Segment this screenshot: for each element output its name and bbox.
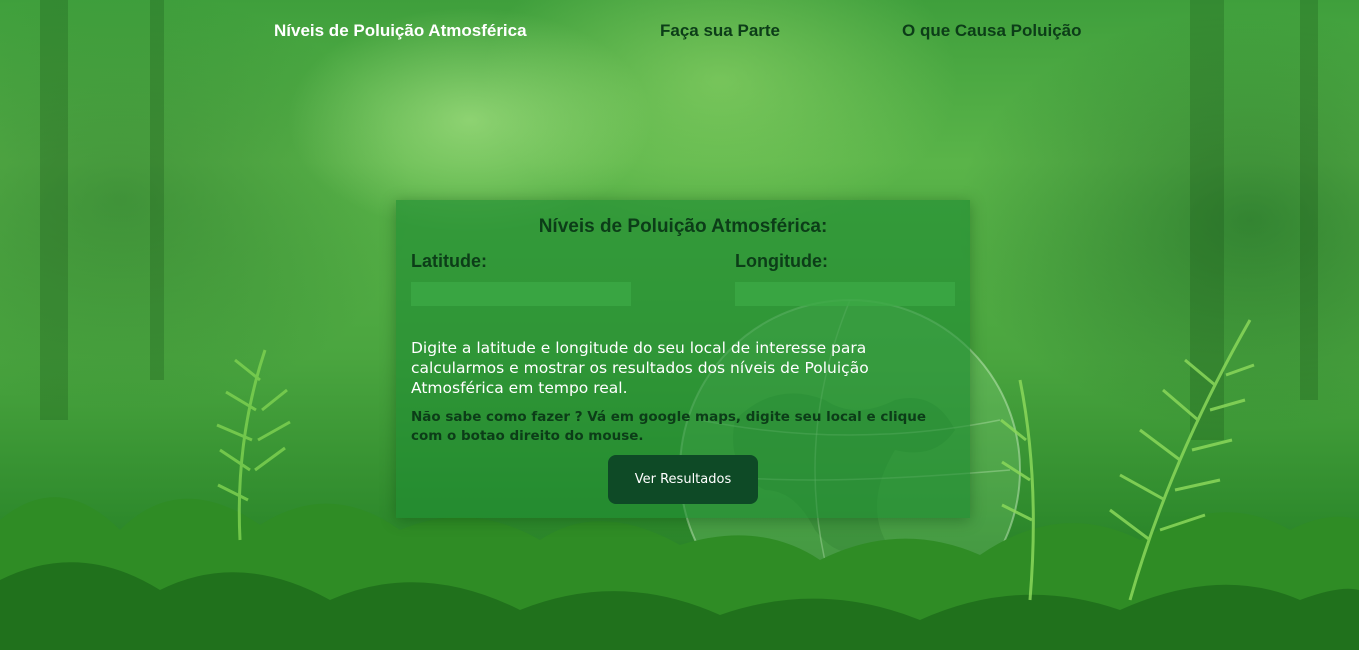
latitude-label: Latitude: xyxy=(411,251,487,271)
top-nav: Níveis de Poluição Atmosférica Faça sua … xyxy=(0,20,1359,44)
instructions-text: Digite a latitude e longitude do seu loc… xyxy=(411,339,869,397)
nav-link-causas[interactable]: O que Causa Poluição xyxy=(902,20,1082,42)
nav-link-faca-sua-parte[interactable]: Faça sua Parte xyxy=(660,20,780,42)
nav-link-poluicao[interactable]: Níveis de Poluição Atmosférica xyxy=(274,20,527,42)
longitude-input[interactable] xyxy=(735,282,955,306)
help-hint-text: Não sabe como fazer ? Vá em google maps,… xyxy=(411,409,927,444)
see-results-button[interactable]: Ver Resultados xyxy=(608,455,758,504)
card-title: Níveis de Poluição Atmosférica: xyxy=(538,216,828,237)
longitude-label: Longitude: xyxy=(735,251,828,271)
pollution-form-card: Níveis de Poluição Atmosférica: Latitude… xyxy=(396,200,970,518)
latitude-input[interactable] xyxy=(411,282,631,306)
